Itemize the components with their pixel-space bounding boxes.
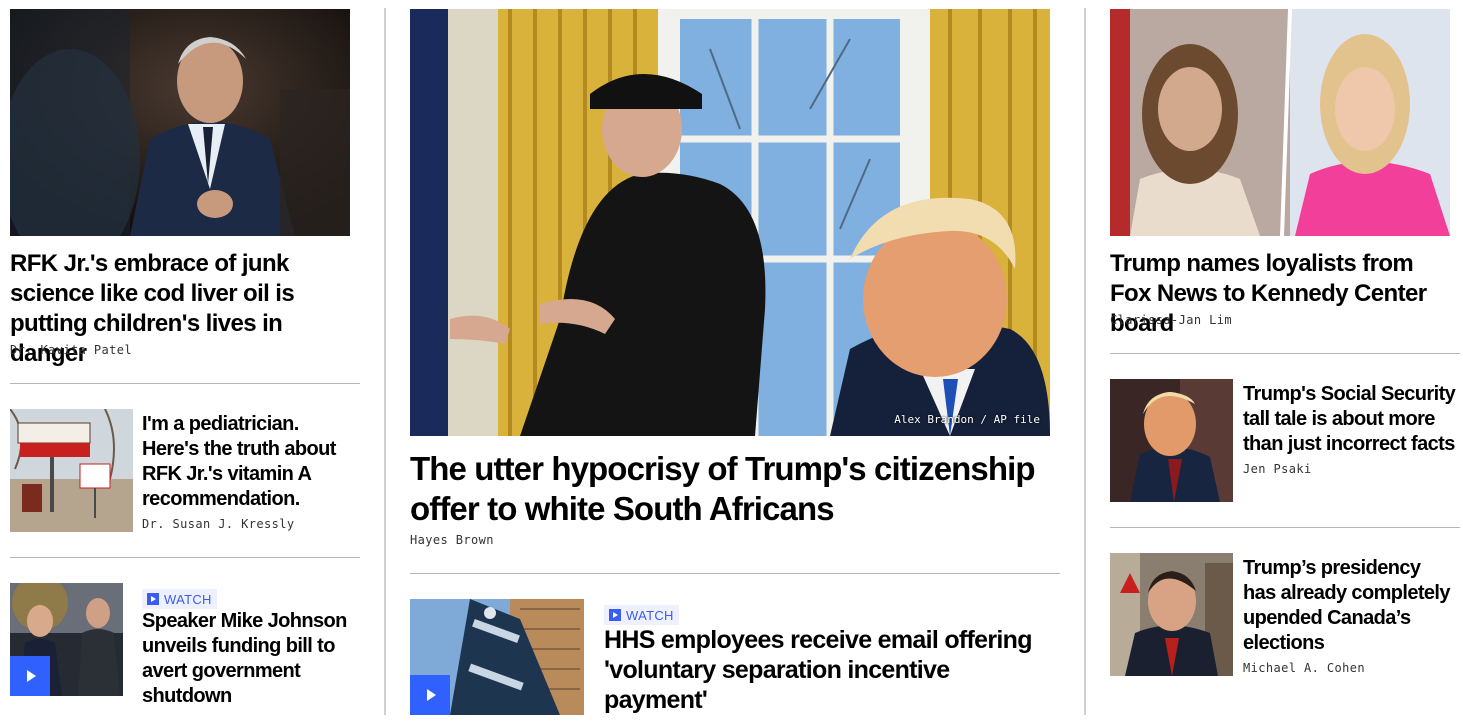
- johnson-headline[interactable]: Speaker Mike Johnson unveils funding bil…: [142, 609, 357, 709]
- social-security-headline[interactable]: Trump's Social Security tall tale is abo…: [1243, 382, 1458, 457]
- watch-label: WATCH: [164, 591, 212, 607]
- pediatrician-author[interactable]: Dr. Susan J. Kressly: [142, 517, 295, 531]
- watch-play-icon: [147, 593, 159, 605]
- canada-author[interactable]: Michael A. Cohen: [1243, 661, 1365, 675]
- column-divider-left: [384, 8, 386, 715]
- center-divider: [410, 573, 1060, 574]
- hhs-video-image[interactable]: [410, 599, 584, 715]
- canada-headline[interactable]: Trump’s presidency has already completel…: [1243, 556, 1458, 656]
- pediatrician-headline[interactable]: I'm a pediatrician. Here's the truth abo…: [142, 412, 352, 512]
- rfk-lead-image[interactable]: [10, 9, 350, 236]
- social-security-image[interactable]: [1110, 379, 1233, 502]
- social-security-author[interactable]: Jen Psaki: [1243, 462, 1312, 476]
- center-lead-headline[interactable]: The utter hypocrisy of Trump's citizensh…: [410, 449, 1050, 529]
- center-lead-author[interactable]: Hayes Brown: [410, 533, 494, 547]
- pediatrician-image[interactable]: [10, 409, 133, 532]
- johnson-watch-badge: WATCH: [142, 589, 217, 609]
- photo-credit: Alex Brandon / AP file: [894, 413, 1040, 426]
- trudeau-photo: [1110, 553, 1233, 676]
- fox-hosts-photo: [1110, 9, 1450, 236]
- fox-lead-image[interactable]: [1110, 9, 1450, 236]
- hhs-headline[interactable]: HHS employees receive email offering 'vo…: [604, 625, 1054, 715]
- right-divider-1: [1110, 353, 1460, 354]
- fox-lead-author[interactable]: Clarissa-Jan Lim: [1110, 313, 1232, 327]
- hospital-sign-photo: [10, 409, 133, 532]
- canada-image[interactable]: [1110, 553, 1233, 676]
- right-divider-2: [1110, 527, 1460, 528]
- johnson-video-image[interactable]: [10, 583, 123, 696]
- center-lead-image[interactable]: Alex Brandon / AP file: [410, 9, 1050, 436]
- rfk-photo: [10, 9, 350, 236]
- hhs-play-button[interactable]: [410, 675, 450, 715]
- left-divider-1: [10, 383, 360, 384]
- oval-office-photo: [410, 9, 1050, 436]
- trump-speech-photo: [1110, 379, 1233, 502]
- rfk-lead-author[interactable]: Dr. Kavita Patel: [10, 343, 132, 357]
- watch-play-icon: [609, 609, 621, 621]
- column-divider-right: [1084, 8, 1086, 715]
- left-divider-2: [10, 557, 360, 558]
- hhs-watch-badge: WATCH: [604, 605, 679, 625]
- watch-label: WATCH: [626, 607, 674, 623]
- johnson-play-button[interactable]: [10, 656, 50, 696]
